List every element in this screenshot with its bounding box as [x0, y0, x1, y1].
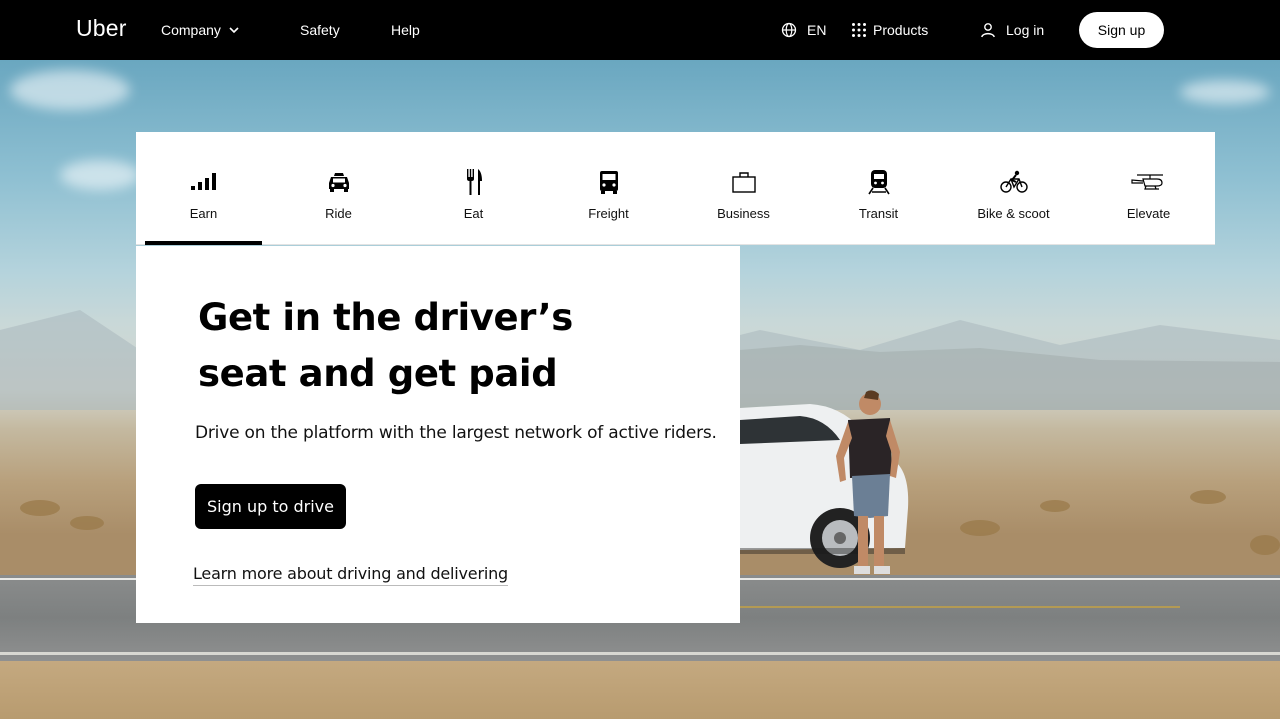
uber-logo[interactable]: Uber: [76, 15, 127, 42]
shrub: [70, 516, 104, 530]
cloud: [60, 160, 140, 190]
car-icon: [319, 166, 359, 198]
headline-line: seat and get paid: [198, 352, 558, 395]
tab-eat[interactable]: Eat: [406, 132, 541, 245]
tab-transit[interactable]: Transit: [811, 132, 946, 245]
tab-elevate[interactable]: Elevate: [1081, 132, 1216, 245]
tab-label: Earn: [189, 206, 218, 221]
tab-label: Elevate: [1126, 206, 1171, 221]
truck-icon: [589, 166, 629, 198]
train-icon: [859, 166, 899, 198]
hero-subtext: Drive on the platform with the largest n…: [195, 423, 717, 443]
cloud: [1180, 80, 1270, 104]
chevron-down-icon: [227, 23, 241, 37]
headline-line: Get in the driver’s: [198, 296, 573, 339]
hero-headline: Get in the driver’s seat and get paid: [198, 290, 618, 402]
company-menu-label: Company: [161, 22, 221, 38]
helicopter-icon: [1129, 166, 1169, 198]
hero-card: Get in the driver’s seat and get paid Dr…: [136, 246, 740, 623]
road-edge-line: [0, 652, 1280, 655]
company-menu[interactable]: Company: [161, 18, 241, 42]
help-link[interactable]: Help: [391, 18, 420, 42]
top-navigation-bar: Uber Company Safety Help EN Products Log…: [0, 0, 1280, 60]
tab-earn[interactable]: Earn: [136, 132, 271, 245]
road-center-line: [740, 606, 1180, 608]
safety-link[interactable]: Safety: [300, 18, 340, 42]
products-label: Products: [873, 22, 929, 38]
globe-icon: [781, 22, 797, 38]
tab-label: Ride: [325, 206, 352, 221]
sign-up-to-drive-button[interactable]: Sign up to drive: [195, 484, 346, 529]
shrub: [1250, 535, 1280, 555]
language-selector[interactable]: EN: [781, 18, 826, 42]
signup-button[interactable]: Sign up: [1079, 12, 1164, 48]
tab-bike-scoot[interactable]: Bike & scoot: [946, 132, 1081, 245]
tab-label: Bike & scoot: [977, 206, 1050, 221]
shrub: [960, 520, 1000, 536]
tab-ride[interactable]: Ride: [271, 132, 406, 245]
briefcase-icon: [724, 166, 764, 198]
grid-icon: [851, 22, 867, 38]
desert-ground: [0, 661, 1280, 719]
cloud: [10, 70, 130, 110]
tab-business[interactable]: Business: [676, 132, 811, 245]
driver-person: [836, 390, 900, 574]
shrub: [1040, 500, 1070, 512]
tab-label: Eat: [463, 206, 484, 221]
language-label: EN: [807, 22, 827, 38]
tab-label: Freight: [588, 206, 629, 221]
person-icon: [980, 22, 996, 38]
tab-label: Business: [717, 206, 770, 221]
learn-more-link[interactable]: Learn more about driving and delivering: [193, 564, 508, 586]
tab-label: Transit: [858, 206, 899, 221]
signal-bars-icon: [184, 166, 224, 198]
login-link[interactable]: Log in: [980, 18, 1044, 42]
fork-knife-icon: [454, 166, 494, 198]
tab-freight[interactable]: Freight: [541, 132, 676, 245]
bike-icon: [994, 166, 1034, 198]
shrub: [20, 500, 60, 516]
shrub: [1190, 490, 1226, 504]
login-label: Log in: [1006, 22, 1045, 38]
products-menu[interactable]: Products: [851, 18, 928, 42]
product-tabs: Earn Ride Eat Freight Business Transit B…: [136, 132, 1215, 245]
